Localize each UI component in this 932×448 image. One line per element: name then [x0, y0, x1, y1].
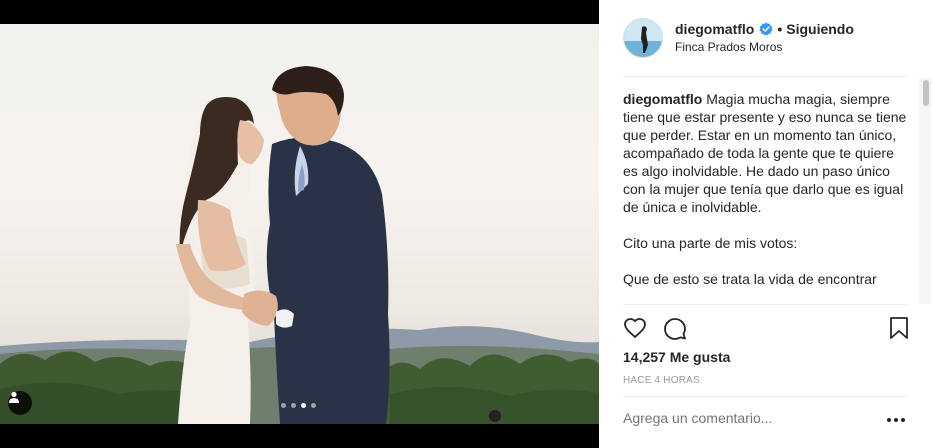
- caption-text: Magia mucha magia, siempre tiene que est…: [623, 91, 907, 287]
- post-photo[interactable]: [0, 24, 599, 424]
- avatar[interactable]: [623, 18, 663, 58]
- scrollbar-thumb[interactable]: [923, 80, 929, 106]
- action-bar: [623, 316, 913, 342]
- following-button[interactable]: Siguiendo: [786, 21, 854, 37]
- user-tag-icon: [9, 391, 19, 403]
- header-user-line: diegomatflo • Siguiendo: [675, 21, 854, 37]
- header-username[interactable]: diegomatflo: [675, 21, 754, 37]
- carousel-dot: [281, 403, 286, 408]
- wedding-photo-illustration: [0, 66, 599, 424]
- tag-button[interactable]: [8, 391, 32, 415]
- more-dot: [901, 418, 905, 422]
- post-timestamp[interactable]: HACE 4 HORAS: [623, 375, 700, 386]
- more-dot: [887, 418, 891, 422]
- divider: [623, 396, 908, 397]
- caption-username[interactable]: diegomatflo: [623, 91, 706, 107]
- bookmark-icon[interactable]: [887, 316, 911, 340]
- caption-area: diegomatflo Magia mucha magia, siempre t…: [623, 90, 908, 302]
- more-options-icon[interactable]: [887, 418, 905, 422]
- comments-scrollbar[interactable]: [919, 78, 931, 304]
- comment-icon[interactable]: [663, 316, 687, 340]
- header-separator: •: [777, 21, 783, 37]
- post-side-panel: diegomatflo • Siguiendo Finca Prados Mor…: [599, 0, 932, 448]
- carousel-dot-active: [301, 403, 306, 408]
- carousel-indicator: [281, 403, 316, 408]
- divider: [623, 304, 908, 305]
- verified-badge-icon: [759, 22, 773, 36]
- post-location[interactable]: Finca Prados Moros: [675, 40, 782, 54]
- likes-count[interactable]: 14,257 Me gusta: [623, 349, 730, 365]
- carousel-dot: [311, 403, 316, 408]
- avatar-image: [624, 19, 662, 57]
- carousel-dot: [291, 403, 296, 408]
- more-dot: [894, 418, 898, 422]
- divider: [623, 76, 908, 77]
- comment-input[interactable]: [623, 410, 873, 426]
- heart-icon[interactable]: [623, 316, 647, 340]
- post-header: diegomatflo • Siguiendo Finca Prados Mor…: [599, 0, 932, 76]
